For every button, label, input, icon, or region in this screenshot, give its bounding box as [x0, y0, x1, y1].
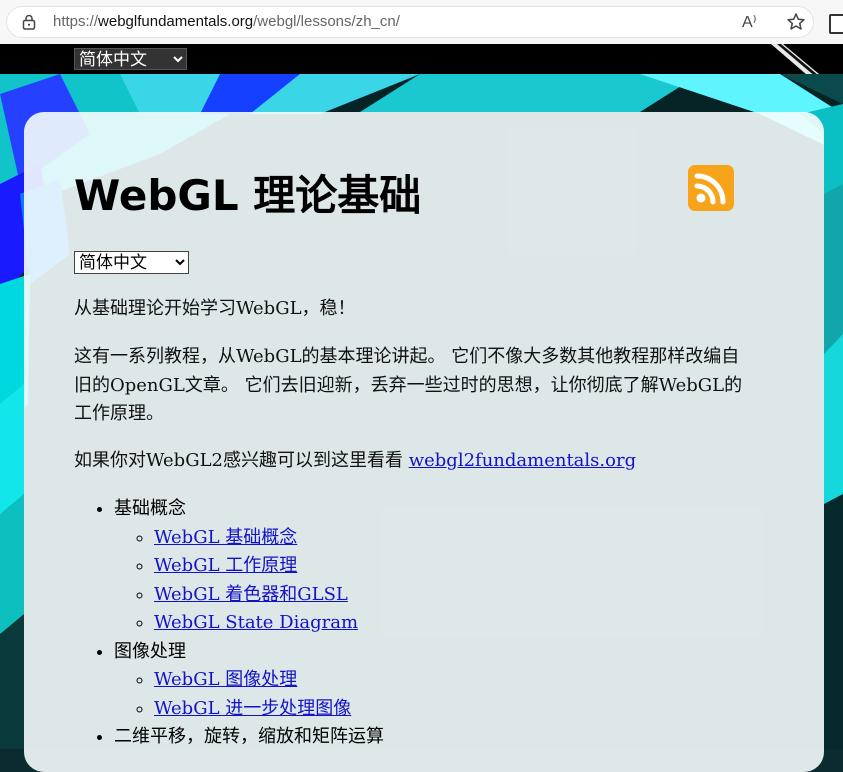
page-title: WebGL 理论基础 [74, 171, 422, 220]
rss-icon [694, 173, 726, 205]
description-text: 这有一系列教程，从WebGL的基本理论讲起。 它们不像大多数其他教程那样改编自旧… [74, 346, 743, 424]
read-aloud-icon[interactable]: A⁾ [742, 12, 762, 32]
corner-ribbon [771, 44, 819, 74]
url-host: webglfundamentals.org [98, 13, 254, 30]
toc-section: 图像处理 WebGL 图像处理 WebGL 进一步处理图像 [114, 638, 384, 724]
webgl2-note: 如果你对WebGL2感兴趣可以到这里看看 webgl2fundamentals.… [74, 447, 636, 476]
favorite-star-icon[interactable] [786, 12, 806, 32]
toc-section-label: 基础概念 [114, 498, 186, 519]
rss-feed-button[interactable] [688, 165, 734, 211]
webgl2-link[interactable]: webgl2fundamentals.org [409, 450, 636, 471]
content-card: WebGL 理论基础 简体中文 从基础理论开始学习WebGL，稳！ 这有一系列教… [24, 112, 824, 772]
toc-link[interactable]: WebGL 图像处理 [154, 669, 297, 690]
toc-item: WebGL 工作原理 [154, 552, 384, 581]
lock-icon [22, 14, 36, 30]
language-select-top[interactable]: 简体中文 [74, 48, 187, 70]
toc-section-label: 二维平移，旋转，缩放和矩阵运算 [114, 726, 384, 747]
toc-link[interactable]: WebGL 进一步处理图像 [154, 698, 351, 719]
language-bar: 简体中文 [0, 44, 843, 74]
toc-link[interactable]: WebGL 基础概念 [154, 527, 297, 548]
toc-section: 基础概念 WebGL 基础概念 WebGL 工作原理 WebGL 着色器和GLS… [114, 495, 384, 638]
toc-item: WebGL 图像处理 [154, 666, 384, 695]
toc-list: 基础概念 WebGL 基础概念 WebGL 工作原理 WebGL 着色器和GLS… [74, 495, 384, 752]
webgl2-note-text: 如果你对WebGL2感兴趣可以到这里看看 [74, 450, 409, 471]
toc-item: WebGL State Diagram [154, 609, 384, 638]
toc-link[interactable]: WebGL State Diagram [154, 612, 358, 633]
language-select[interactable]: 简体中文 [74, 251, 189, 274]
toc-sublist: WebGL 基础概念 WebGL 工作原理 WebGL 着色器和GLSL Web… [114, 524, 384, 638]
toc-item: WebGL 进一步处理图像 [154, 695, 384, 724]
toc-link[interactable]: WebGL 工作原理 [154, 555, 297, 576]
toc-sublist: WebGL 图像处理 WebGL 进一步处理图像 [114, 666, 384, 723]
sidebar-toggle-icon[interactable] [829, 14, 843, 34]
toc-item: WebGL 着色器和GLSL [154, 581, 384, 610]
toc-section: 二维平移，旋转，缩放和矩阵运算 [114, 723, 384, 752]
browser-toolbar: https://webglfundamentals.org/webgl/less… [0, 0, 843, 45]
toc-link[interactable]: WebGL 着色器和GLSL [154, 584, 348, 605]
address-bar[interactable]: https://webglfundamentals.org/webgl/less… [6, 6, 814, 38]
toc-item: WebGL 基础概念 [154, 524, 384, 553]
intro-text: 从基础理论开始学习WebGL，稳！ [74, 298, 356, 319]
url-prefix: https:// [53, 13, 99, 30]
toc-section-label: 图像处理 [114, 640, 186, 662]
url-text[interactable]: https://webglfundamentals.org/webgl/less… [53, 13, 400, 30]
url-path: /webgl/lessons/zh_cn/ [253, 13, 400, 30]
